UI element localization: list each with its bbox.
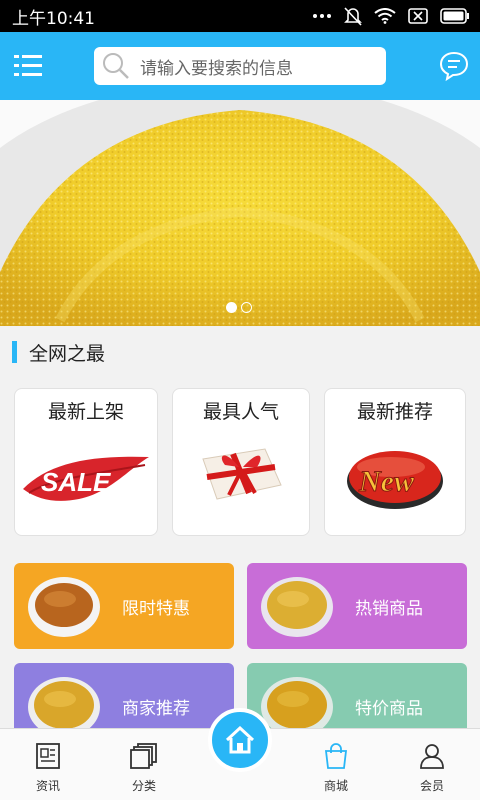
wifi-icon bbox=[374, 8, 396, 24]
battery-icon bbox=[440, 8, 469, 24]
search-input[interactable]: 请输入要搜索的信息 bbox=[94, 47, 386, 85]
nav-category[interactable]: 分类 bbox=[96, 729, 192, 800]
gift-icon bbox=[202, 448, 282, 500]
section-header: 全网之最 bbox=[0, 330, 480, 374]
tile-hot-sales[interactable]: 热销商品 bbox=[247, 563, 467, 649]
banner-carousel[interactable] bbox=[0, 100, 480, 326]
user-icon bbox=[420, 744, 444, 769]
top-bar: 请输入要搜索的信息 bbox=[0, 32, 480, 100]
menu-icon[interactable] bbox=[14, 52, 42, 80]
nav-news[interactable]: 资讯 bbox=[0, 729, 96, 800]
card-popular[interactable]: 最具人气 bbox=[172, 388, 310, 536]
section-title: 全网之最 bbox=[29, 342, 106, 365]
sale-icon: SALE bbox=[23, 456, 149, 501]
banner-dot-2[interactable] bbox=[241, 302, 252, 313]
message-icon[interactable] bbox=[438, 50, 470, 82]
tile-label: 限时特惠 bbox=[122, 599, 190, 619]
card-label: 最新上架 bbox=[47, 401, 124, 423]
card-recommended[interactable]: 最新推荐 New bbox=[324, 388, 466, 536]
no-sim-icon bbox=[408, 8, 428, 24]
tile-label: 热销商品 bbox=[355, 599, 423, 619]
product-bowl-icon bbox=[28, 577, 100, 637]
category-icon bbox=[130, 743, 157, 769]
mute-bell-icon bbox=[344, 7, 362, 26]
nav-member[interactable]: 会员 bbox=[384, 729, 480, 800]
shop-bag-icon bbox=[324, 743, 348, 769]
nav-label: 会员 bbox=[419, 779, 444, 793]
search-icon bbox=[103, 53, 129, 79]
nav-label: 分类 bbox=[131, 779, 156, 793]
home-icon bbox=[225, 726, 255, 754]
banner-dots bbox=[226, 302, 252, 313]
search-placeholder: 请输入要搜索的信息 bbox=[140, 58, 293, 79]
status-icons bbox=[312, 6, 470, 26]
banner-dot-1[interactable] bbox=[226, 302, 237, 313]
home-button[interactable] bbox=[208, 708, 272, 772]
status-bar: 上午10:41 bbox=[0, 0, 480, 32]
tile-label: 特价商品 bbox=[355, 699, 423, 719]
nav-label: 资讯 bbox=[35, 779, 60, 793]
product-bowl-icon bbox=[261, 577, 333, 637]
new-badge-icon: New bbox=[347, 451, 443, 509]
tile-limited-offer[interactable]: 限时特惠 bbox=[14, 563, 234, 649]
status-time: 上午10:41 bbox=[12, 8, 95, 29]
more-dots-icon bbox=[313, 14, 331, 18]
section-accent-bar bbox=[12, 341, 17, 363]
nav-shop[interactable]: 商城 bbox=[288, 729, 384, 800]
svg-text:SALE: SALE bbox=[41, 467, 111, 497]
card-label: 最具人气 bbox=[202, 401, 279, 423]
news-icon bbox=[36, 743, 60, 769]
banner-image bbox=[0, 100, 480, 326]
card-label: 最新推荐 bbox=[356, 401, 433, 423]
card-newest[interactable]: 最新上架 SALE bbox=[14, 388, 158, 536]
svg-text:New: New bbox=[358, 465, 415, 498]
tile-label: 商家推荐 bbox=[122, 699, 190, 719]
nav-label: 商城 bbox=[323, 779, 348, 793]
